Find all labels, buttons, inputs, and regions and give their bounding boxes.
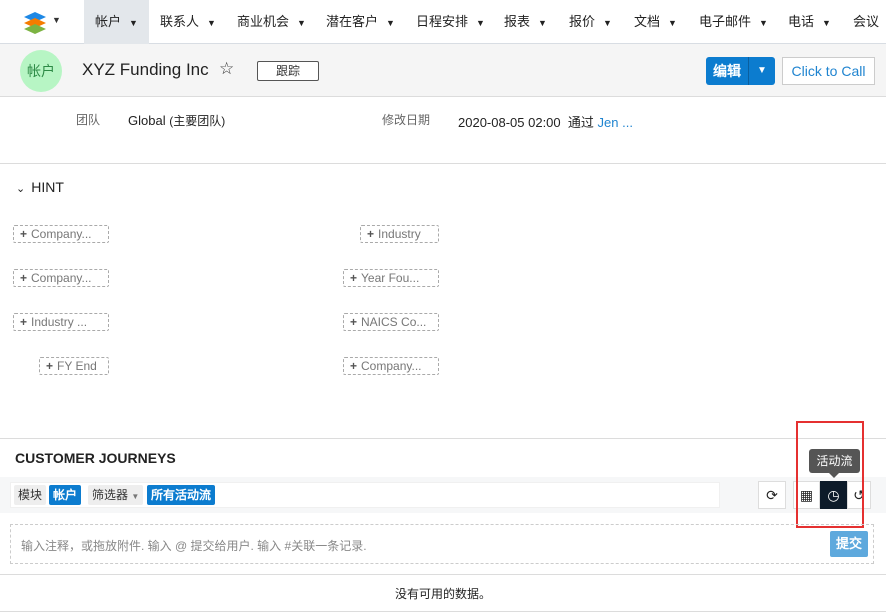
caret-down-icon: ▼ — [131, 492, 140, 501]
hint-field-pill[interactable]: + Company... — [13, 269, 109, 287]
filter-dropdown[interactable]: 筛选器 ▼ — [88, 485, 144, 505]
hint-field-pill[interactable]: + Industry — [360, 225, 439, 243]
nav-label: 电子邮件 — [699, 14, 752, 29]
nav-label: 潜在客户 — [326, 14, 379, 29]
click-to-call-button[interactable]: Click to Call — [782, 57, 875, 85]
pill-label: Company... — [31, 271, 92, 285]
divider — [0, 163, 886, 164]
divider — [0, 438, 886, 439]
modified-label: 修改日期 — [382, 113, 431, 127]
modified-value: 2020-08-05 02:00 通过 Jen ... — [458, 112, 633, 131]
by-label: 通过 — [567, 115, 594, 130]
empty-state-text: 没有可用的数据。 — [394, 587, 491, 601]
hint-field-pill[interactable]: + NAICS Co... — [343, 313, 439, 331]
nav-label: 联系人 — [160, 14, 200, 29]
team-note: (主要团队) — [169, 114, 226, 128]
plus-icon: + — [46, 359, 54, 373]
divider — [0, 574, 886, 575]
comment-placeholder: 输入注释，或拖放附件. 输入 @ 提交给用户. 输入 #关联一条记录. — [21, 539, 367, 553]
hint-field-pill[interactable]: + FY End — [39, 357, 109, 375]
edit-button-group: 编辑 ▼ — [706, 57, 775, 85]
pill-label: Industry — [378, 227, 421, 241]
caret-down-icon: ▼ — [476, 18, 485, 28]
modified-by-user-link[interactable]: Jen ... — [598, 115, 633, 130]
team-label: 团队 — [76, 113, 101, 127]
top-nav: ▼ 帐户 ▼ 联系人 ▼ 商业机会 ▼ 潜在客户 ▼ 日程安排 ▼ 报表 ▼ 报价 ▼ 文档 ▼… — [0, 0, 886, 44]
nav-calls[interactable]: 电话 ▼ — [788, 0, 831, 44]
nav-label: 日程安排 — [416, 14, 469, 29]
nav-documents[interactable]: 文档 ▼ — [634, 0, 677, 44]
plus-icon: + — [20, 271, 28, 285]
app-logo-icon[interactable] — [22, 10, 48, 36]
submit-button[interactable]: 提交 — [830, 531, 868, 557]
module-value-tag[interactable]: 帐户 — [49, 485, 82, 505]
filter-value-tag[interactable]: 所有活动流 — [147, 485, 216, 505]
pill-label: Year Fou... — [361, 271, 420, 285]
plus-icon: + — [350, 359, 358, 373]
hint-field-pill[interactable]: + Company... — [343, 357, 439, 375]
hint-field-pill[interactable]: + Company... — [13, 225, 109, 243]
pill-label: Company... — [31, 227, 92, 241]
caret-down-icon: ▼ — [129, 18, 138, 28]
caret-down-icon: ▼ — [297, 18, 306, 28]
nav-label: 商业机会 — [237, 14, 290, 29]
caret-down-icon: ▼ — [538, 18, 547, 28]
nav-accounts[interactable]: 帐户 ▼ — [84, 0, 149, 44]
nav-contacts[interactable]: 联系人 ▼ — [160, 0, 216, 44]
team-value: Global (主要团队) — [128, 112, 225, 129]
nav-label: 帐户 — [95, 14, 122, 29]
caret-down-icon: ▼ — [386, 18, 395, 28]
star-icon[interactable]: ☆ — [219, 59, 234, 79]
nav-label: 电话 — [788, 14, 815, 29]
module-label: 模块 — [14, 485, 47, 505]
plus-icon: + — [350, 271, 358, 285]
pill-label: FY End — [57, 359, 97, 373]
nav-reports[interactable]: 报表 ▼ — [504, 0, 547, 44]
caret-down-icon: ▼ — [759, 18, 768, 28]
caret-down-icon: ▼ — [668, 18, 677, 28]
caret-down-icon: ▼ — [822, 18, 831, 28]
plus-icon: + — [20, 315, 28, 329]
nav-label: 报价 — [569, 14, 596, 29]
nav-opportunities[interactable]: 商业机会 ▼ — [237, 0, 306, 44]
hint-panel-toggle[interactable]: ⌄ HINT — [16, 179, 64, 195]
nav-leads[interactable]: 潜在客户 ▼ — [326, 0, 395, 44]
nav-emails[interactable]: 电子邮件 ▼ — [699, 0, 768, 44]
follow-button[interactable]: 跟踪 — [257, 61, 319, 81]
logo-caret-icon[interactable]: ▼ — [52, 15, 61, 25]
edit-dropdown-caret-icon[interactable]: ▼ — [748, 57, 775, 85]
pill-label: Company... — [361, 359, 422, 373]
pill-label: Industry ... — [31, 315, 88, 329]
nav-quotes[interactable]: 报价 ▼ — [569, 0, 612, 44]
nav-label: 文档 — [634, 14, 661, 29]
nav-meetings[interactable]: 会议 — [853, 0, 879, 44]
hint-field-pill[interactable]: + Year Fou... — [343, 269, 439, 287]
plus-icon: + — [20, 227, 28, 241]
divider — [0, 611, 886, 612]
hint-field-pill[interactable]: + Industry ... — [13, 313, 109, 331]
page-title: XYZ Funding Inc — [82, 60, 209, 79]
caret-down-icon: ▼ — [603, 18, 612, 28]
nav-label: 会议 — [853, 14, 880, 29]
caret-down-icon: ▼ — [207, 18, 216, 28]
chevron-down-icon: ⌄ — [16, 183, 26, 195]
filter-label: 筛选器 — [92, 488, 129, 502]
plus-icon: + — [367, 227, 375, 241]
edit-button[interactable]: 编辑 — [706, 57, 748, 85]
plus-icon: + — [350, 315, 358, 329]
refresh-icon[interactable]: ⟳ — [758, 481, 786, 509]
nav-calendar[interactable]: 日程安排 ▼ — [416, 0, 485, 44]
highlight-box — [796, 421, 864, 528]
section-title: CUSTOMER JOURNEYS — [15, 450, 176, 466]
team-name: Global — [128, 113, 166, 128]
avatar: 帐户 — [20, 50, 62, 92]
nav-label: 报表 — [504, 14, 531, 29]
hint-title: HINT — [31, 179, 64, 195]
modified-date: 2020-08-05 02:00 — [458, 115, 561, 130]
pill-label: NAICS Co... — [361, 315, 427, 329]
